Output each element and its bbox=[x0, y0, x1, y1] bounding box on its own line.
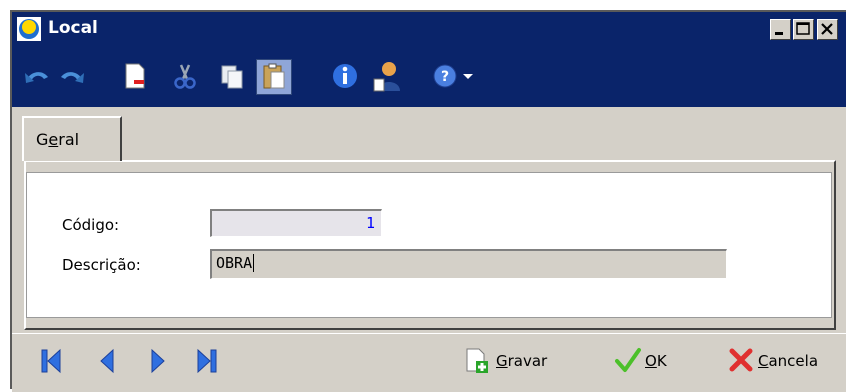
paste-icon bbox=[263, 63, 285, 89]
descricao-label: Descrição: bbox=[62, 256, 141, 274]
checkmark-icon bbox=[615, 348, 641, 372]
first-record-icon[interactable] bbox=[40, 348, 62, 374]
help-icon[interactable]: ? bbox=[430, 61, 460, 91]
user-icon[interactable] bbox=[370, 59, 404, 93]
maximize-button[interactable] bbox=[793, 19, 814, 40]
descricao-value: OBRA bbox=[216, 254, 253, 272]
copy-icon[interactable] bbox=[217, 61, 247, 91]
cancel-x-icon bbox=[729, 348, 753, 372]
toolbar: ? bbox=[12, 47, 846, 107]
last-record-icon[interactable] bbox=[196, 348, 218, 374]
tab-geral-label: Geral bbox=[36, 130, 80, 149]
paste-button[interactable] bbox=[256, 59, 292, 95]
app-icon bbox=[17, 17, 41, 41]
cut-icon[interactable] bbox=[170, 61, 200, 91]
close-button[interactable] bbox=[817, 19, 838, 40]
window: Local ? Geral Código: 1 Descrição: OBRA … bbox=[10, 10, 846, 392]
window-title: Local bbox=[48, 18, 98, 38]
gravar-label: Gravar bbox=[496, 352, 548, 370]
undo-icon[interactable] bbox=[22, 61, 52, 91]
descricao-field[interactable]: OBRA bbox=[210, 249, 727, 279]
codigo-label: Código: bbox=[62, 216, 120, 234]
dropdown-arrow-icon[interactable] bbox=[460, 61, 476, 91]
previous-record-icon[interactable] bbox=[96, 348, 118, 374]
close-icon bbox=[821, 23, 833, 35]
text-caret bbox=[253, 254, 255, 272]
tab-geral[interactable]: Geral bbox=[22, 116, 122, 161]
ok-label: OK bbox=[645, 352, 667, 370]
action-bar: Gravar OK Cancela bbox=[12, 333, 846, 392]
cancela-label: Cancela bbox=[758, 352, 819, 370]
svg-text:?: ? bbox=[441, 69, 449, 85]
cancela-button[interactable]: Cancela bbox=[728, 346, 843, 376]
codigo-field[interactable]: 1 bbox=[210, 209, 382, 237]
maximize-icon bbox=[796, 22, 810, 35]
form-panel bbox=[26, 172, 832, 318]
redo-icon[interactable] bbox=[57, 61, 87, 91]
new-document-icon[interactable] bbox=[120, 61, 150, 91]
minimize-icon bbox=[775, 32, 783, 35]
info-icon[interactable] bbox=[330, 61, 360, 91]
title-bar: Local bbox=[12, 12, 846, 47]
save-icon bbox=[466, 348, 488, 373]
next-record-icon[interactable] bbox=[147, 348, 169, 374]
gravar-button[interactable]: Gravar bbox=[464, 346, 574, 376]
minimize-button[interactable] bbox=[770, 19, 791, 40]
ok-button[interactable]: OK bbox=[615, 346, 685, 376]
